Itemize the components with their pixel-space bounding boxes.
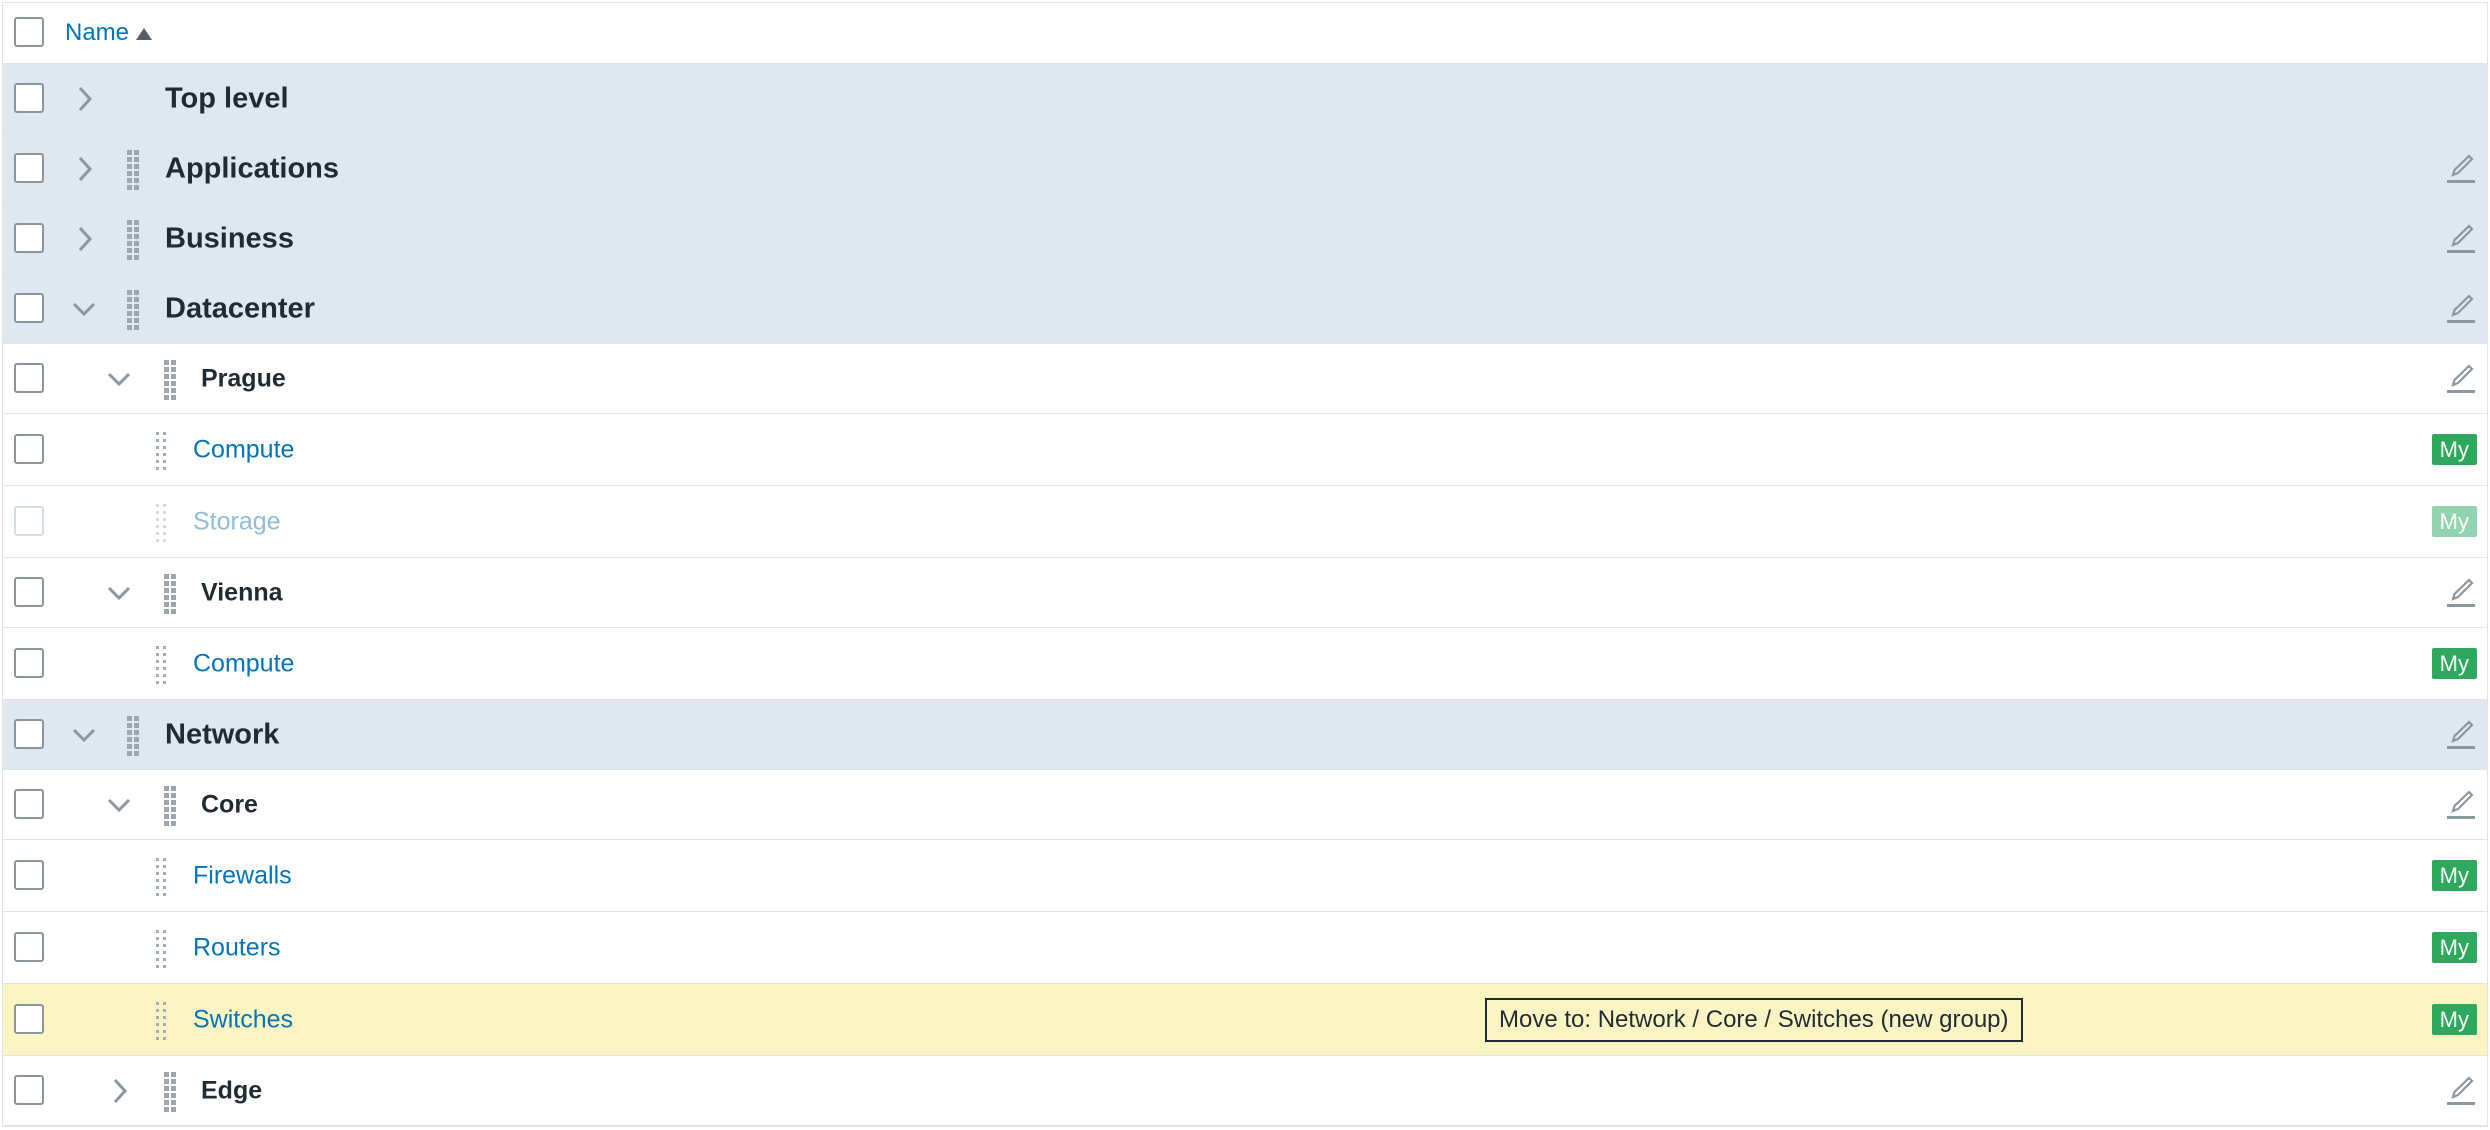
my-badge: My xyxy=(2431,931,2477,963)
name-column-sort-link[interactable]: Name xyxy=(65,19,129,47)
group-tree-table: Name Top level Applications Business Datace… xyxy=(2,2,2488,1127)
group-name: Network xyxy=(165,718,280,750)
row-checkbox[interactable] xyxy=(14,433,44,464)
item-link[interactable]: Switches xyxy=(193,1005,293,1034)
subgroup-name: Core xyxy=(201,790,258,818)
row-checkbox[interactable] xyxy=(14,292,44,323)
group-name: Datacenter xyxy=(165,292,315,324)
drag-handle-icon[interactable] xyxy=(127,219,139,265)
drag-handle-icon[interactable] xyxy=(127,289,139,335)
drag-handle-icon[interactable] xyxy=(164,359,176,405)
pencil-edit-icon[interactable] xyxy=(2445,153,2477,185)
pencil-edit-icon[interactable] xyxy=(2445,363,2477,395)
my-badge: My xyxy=(2431,433,2477,465)
table-row: Routers My xyxy=(3,912,2487,984)
chevron-down-icon[interactable] xyxy=(69,294,99,324)
subgroup-name: Edge xyxy=(201,1076,263,1104)
drag-handle-icon[interactable] xyxy=(127,149,139,195)
table-row: Compute My xyxy=(3,414,2487,486)
item-link: Storage xyxy=(193,507,281,535)
group-name: Business xyxy=(165,222,294,254)
my-badge: My xyxy=(2431,647,2477,679)
row-checkbox[interactable] xyxy=(14,931,44,962)
my-badge: My xyxy=(2431,1003,2477,1035)
row-checkbox[interactable] xyxy=(14,1003,44,1034)
chevron-right-icon[interactable] xyxy=(69,154,99,184)
select-all-checkbox[interactable] xyxy=(14,17,44,47)
pencil-edit-icon[interactable] xyxy=(2445,789,2477,821)
group-row: Vienna xyxy=(3,558,2487,628)
pencil-edit-icon[interactable] xyxy=(2445,293,2477,325)
row-checkbox[interactable] xyxy=(14,788,44,819)
drag-handle-icon[interactable] xyxy=(156,929,166,973)
chevron-right-icon[interactable] xyxy=(104,1076,134,1106)
row-checkbox[interactable] xyxy=(14,1074,44,1105)
group-row: Applications xyxy=(3,134,2487,204)
chevron-right-icon[interactable] xyxy=(69,224,99,254)
drag-handle-icon[interactable] xyxy=(156,645,166,689)
item-link[interactable]: Firewalls xyxy=(193,861,292,890)
group-row: Business xyxy=(3,204,2487,274)
group-name: Top level xyxy=(165,82,289,114)
group-row: Prague xyxy=(3,344,2487,414)
chevron-right-icon[interactable] xyxy=(69,84,99,114)
row-checkbox[interactable] xyxy=(14,647,44,678)
group-row: Core xyxy=(3,770,2487,840)
row-checkbox[interactable] xyxy=(14,576,44,607)
drag-handle-icon[interactable] xyxy=(127,715,139,761)
chevron-down-icon[interactable] xyxy=(69,720,99,750)
row-checkbox[interactable] xyxy=(14,152,44,183)
drag-handle-icon xyxy=(156,503,166,547)
chevron-down-icon[interactable] xyxy=(104,790,134,820)
table-row: Firewalls My xyxy=(3,840,2487,912)
my-badge: My xyxy=(2431,505,2477,537)
drag-handle-icon[interactable] xyxy=(156,431,166,475)
chevron-down-icon[interactable] xyxy=(104,578,134,608)
group-row: Top level xyxy=(3,64,2487,134)
row-checkbox xyxy=(14,505,44,536)
pencil-edit-icon[interactable] xyxy=(2445,1075,2477,1107)
group-row: Network xyxy=(3,700,2487,770)
item-link[interactable]: Routers xyxy=(193,933,281,962)
drag-handle-icon[interactable] xyxy=(156,1001,166,1045)
chevron-down-icon[interactable] xyxy=(104,364,134,394)
sort-ascending-icon xyxy=(136,28,152,40)
drag-handle-icon[interactable] xyxy=(156,857,166,901)
row-checkbox[interactable] xyxy=(14,362,44,393)
table-row: Storage My xyxy=(3,486,2487,558)
group-name: Applications xyxy=(165,152,340,184)
pencil-edit-icon[interactable] xyxy=(2445,223,2477,255)
drag-handle-icon[interactable] xyxy=(164,1071,176,1117)
subgroup-name: Prague xyxy=(201,364,286,392)
drop-tooltip: Move to: Network / Core / Switches (new … xyxy=(1485,997,2023,1042)
row-checkbox[interactable] xyxy=(14,82,44,113)
pencil-edit-icon[interactable] xyxy=(2445,577,2477,609)
group-row: Edge xyxy=(3,1056,2487,1126)
row-checkbox[interactable] xyxy=(14,222,44,253)
subgroup-name: Vienna xyxy=(201,578,283,606)
drag-handle-icon[interactable] xyxy=(164,785,176,831)
table-body: Top level Applications Business Datacenter P… xyxy=(3,64,2487,1126)
table-row: Switches Move to: Network / Core / Switch… xyxy=(3,984,2487,1056)
drag-handle-icon[interactable] xyxy=(164,573,176,619)
row-checkbox[interactable] xyxy=(14,718,44,749)
pencil-edit-icon[interactable] xyxy=(2445,719,2477,751)
item-link[interactable]: Compute xyxy=(193,435,294,464)
table-header: Name xyxy=(3,3,2487,64)
group-row: Datacenter xyxy=(3,274,2487,344)
table-row: Compute My xyxy=(3,628,2487,700)
item-link[interactable]: Compute xyxy=(193,649,294,678)
row-checkbox[interactable] xyxy=(14,859,44,890)
my-badge: My xyxy=(2431,859,2477,891)
